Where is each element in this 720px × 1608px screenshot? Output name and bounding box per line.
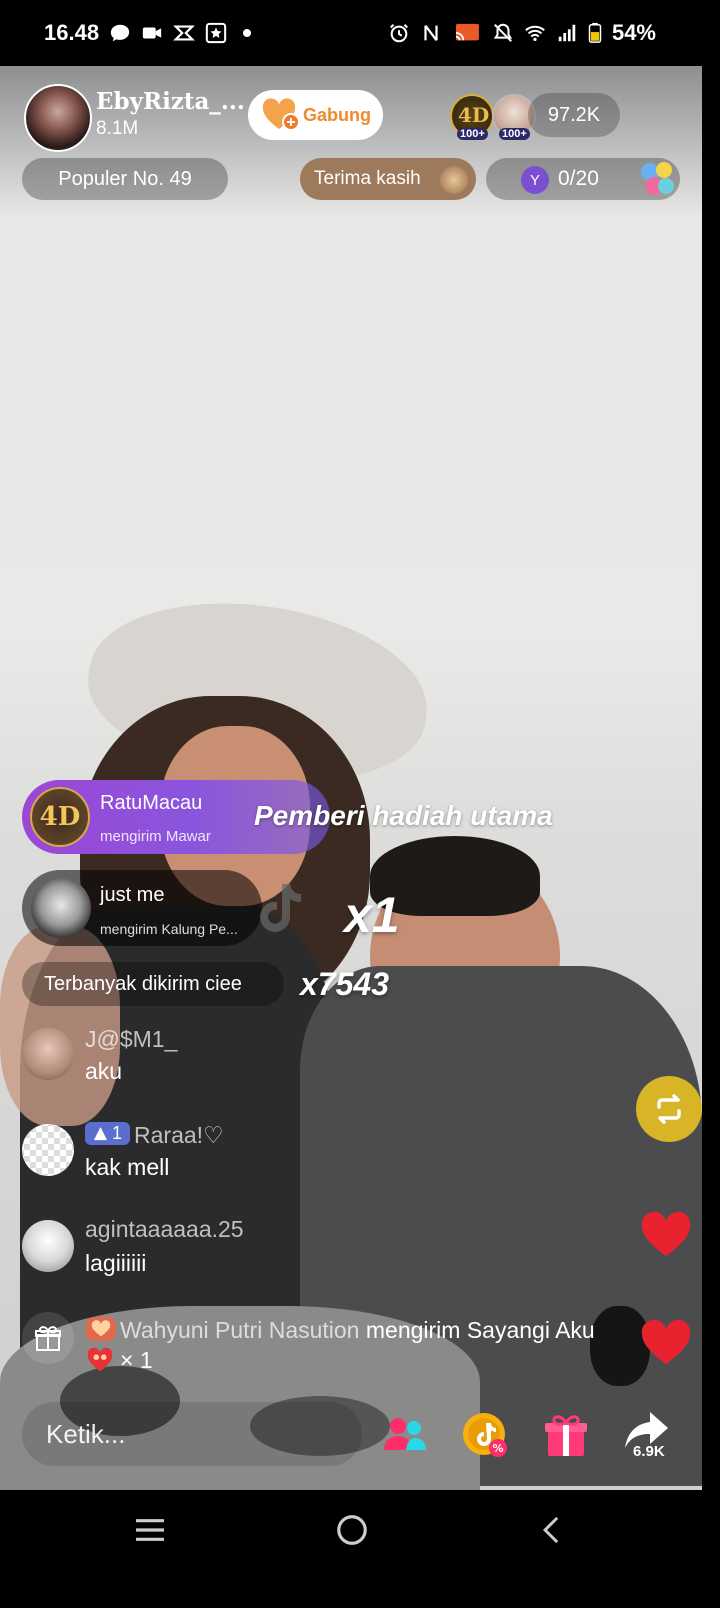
chat-avatar[interactable] — [22, 1028, 74, 1080]
top-viewers[interactable]: 4D 100+ 100+ — [450, 94, 536, 140]
gift-chat-quantity-row: × 1 — [86, 1346, 153, 1374]
most-sent-pill: Terbanyak dikirim ciee — [22, 962, 284, 1006]
cast-icon — [452, 22, 482, 44]
battery-icon — [588, 22, 602, 44]
repost-icon — [657, 1094, 681, 1124]
status-time: 16.48 — [44, 20, 100, 45]
chat-username[interactable]: J@$M1_ — [85, 1026, 177, 1053]
goal-letter-badge: Y — [521, 166, 549, 194]
host-avatar[interactable] — [24, 84, 92, 152]
viewer-rank-badge: 100+ — [499, 128, 530, 140]
floating-heart-icon — [641, 1212, 691, 1256]
tiktok-promo-icon[interactable]: % — [460, 1410, 510, 1460]
goal-progress: 0/20 — [558, 167, 599, 190]
thanks-label: Terima kasih — [314, 168, 421, 189]
capcut-icon — [173, 22, 195, 44]
gift-chat-quantity: × 1 — [120, 1346, 153, 1373]
gift-sender-avatar[interactable] — [31, 878, 91, 938]
gift-description: mengirim Kalung Pe... — [100, 921, 238, 937]
repost-button[interactable] — [636, 1076, 702, 1142]
user-level: 1 — [112, 1123, 123, 1143]
comment-input[interactable] — [22, 1402, 362, 1466]
chat-username[interactable]: 1 Raraa!♡ — [85, 1122, 224, 1149]
viewer-rank-badge: 100+ — [457, 128, 488, 140]
gift-icon[interactable] — [541, 1410, 591, 1460]
chat-message: aku — [85, 1058, 123, 1084]
video-camera-icon — [141, 22, 163, 44]
love-gift-icon — [87, 1347, 113, 1372]
gift-sender-name[interactable]: just me — [100, 884, 164, 907]
chat-message: kak mell — [85, 1154, 170, 1180]
recents-icon — [136, 1519, 164, 1541]
thanks-avatar — [440, 166, 468, 194]
tiktok-logo-icon — [260, 884, 301, 932]
gift-goal-icon — [641, 162, 674, 195]
heart-plus-icon — [262, 98, 300, 131]
star-box-icon — [205, 22, 227, 44]
level-arrow-icon — [93, 1126, 108, 1141]
gift-sender-name[interactable]: RatuMacau — [100, 792, 202, 815]
gifter-badge: 4D — [30, 787, 90, 847]
back-icon — [542, 1516, 559, 1544]
message-icon — [109, 22, 131, 44]
most-sent-label: Terbanyak dikirim ciee — [44, 972, 242, 995]
alarm-icon — [388, 22, 410, 44]
chat-username-text: Raraa!♡ — [134, 1122, 224, 1148]
wifi-icon — [524, 22, 546, 44]
status-bar: 16.48 54% — [0, 0, 702, 66]
viewer-count[interactable]: 97.2K — [528, 93, 620, 137]
gift-chat-message: Wahyuni Putri Nasution mengirim Sayangi … — [86, 1317, 595, 1344]
signal-icon — [556, 22, 578, 44]
gift-chat-action: mengirim Sayangi Aku — [365, 1317, 595, 1343]
battery-percent: 54% — [611, 20, 656, 45]
chat-avatar[interactable] — [22, 1220, 74, 1272]
top-viewer-avatar[interactable]: 4D 100+ — [450, 94, 494, 140]
live-stream-screen: 16.48 54% EbyRizta_... 8.1M Gabung 4D 10… — [0, 0, 702, 1568]
gift-message-icon — [22, 1312, 74, 1364]
gift-combo-count: x1 — [344, 887, 400, 943]
host-followers: 8.1M — [96, 118, 139, 139]
chat-avatar[interactable] — [22, 1124, 74, 1176]
people-icon[interactable] — [380, 1410, 430, 1460]
host-name[interactable]: EbyRizta_... — [96, 88, 245, 115]
home-button[interactable] — [330, 1508, 374, 1552]
chat-username[interactable]: agintaaaaaa.25 — [85, 1216, 244, 1243]
top-gifter-title: Pemberi hadiah utama — [254, 800, 553, 831]
svg-text:%: % — [492, 1442, 503, 1455]
share-count: 6.9K — [633, 1443, 665, 1460]
home-icon — [337, 1515, 367, 1545]
floating-heart-icon — [641, 1320, 691, 1364]
recents-button[interactable] — [128, 1508, 172, 1552]
popular-ranking-pill[interactable]: Populer No. 49 — [22, 158, 228, 200]
join-label: Gabung — [303, 104, 371, 125]
back-button[interactable] — [530, 1508, 574, 1552]
gift-description: mengirim Mawar — [100, 828, 211, 845]
dot-icon — [243, 29, 252, 37]
most-sent-count: x7543 — [300, 966, 389, 1002]
chat-message: lagiiiiii — [85, 1250, 147, 1276]
mute-icon — [492, 22, 514, 44]
gift-chat-sender[interactable]: Wahyuni Putri Nasution — [120, 1317, 359, 1343]
heart-badge-icon — [86, 1317, 116, 1341]
user-level-badge: 1 — [85, 1122, 131, 1145]
nfc-icon — [420, 22, 442, 44]
